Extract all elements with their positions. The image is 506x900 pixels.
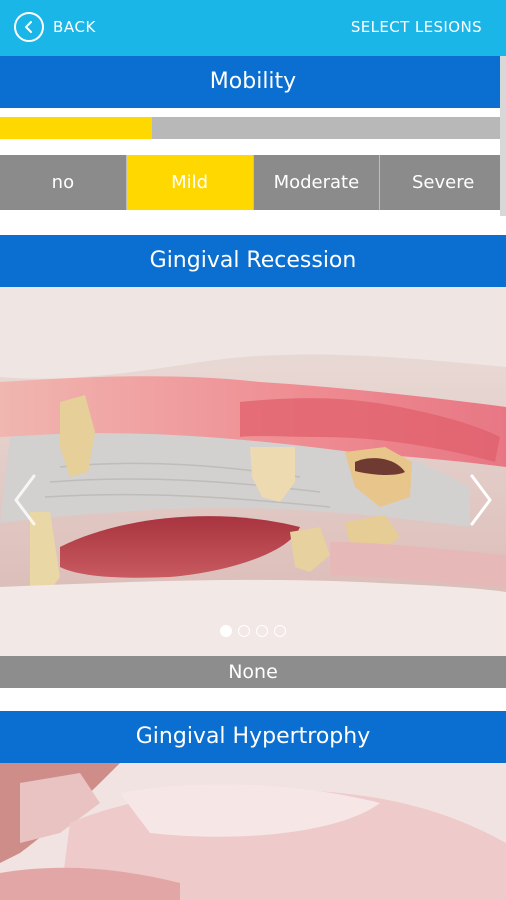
mobility-progress-bar xyxy=(0,117,506,139)
pagination-dot[interactable] xyxy=(220,625,232,637)
top-bar: BACK SELECT LESIONS xyxy=(0,0,506,56)
pagination-dot[interactable] xyxy=(274,625,286,637)
severity-option-mild[interactable]: Mild xyxy=(126,155,254,210)
back-label: BACK xyxy=(53,18,96,36)
select-lesions-button[interactable]: SELECT LESIONS xyxy=(351,18,482,36)
next-image-button[interactable] xyxy=(460,470,500,530)
back-button[interactable]: BACK xyxy=(14,10,96,44)
mobility-header: Mobility xyxy=(0,56,506,108)
severity-option-moderate[interactable]: Moderate xyxy=(253,155,381,210)
gingival-hypertrophy-header: Gingival Hypertrophy xyxy=(0,711,506,763)
severity-option-no[interactable]: no xyxy=(0,155,127,210)
chevron-left-icon xyxy=(14,474,36,526)
chevron-right-icon xyxy=(470,474,492,526)
gingival-hypertrophy-photo[interactable] xyxy=(0,763,506,900)
mobility-progress-fill xyxy=(0,117,152,139)
scrollbar[interactable] xyxy=(500,56,506,216)
carousel-pagination xyxy=(0,625,506,637)
pagination-dot[interactable] xyxy=(256,625,268,637)
mobility-severity-options: no Mild Moderate Severe xyxy=(0,155,506,210)
severity-option-severe[interactable]: Severe xyxy=(380,155,506,210)
pagination-dot[interactable] xyxy=(238,625,250,637)
gingival-recession-photo[interactable] xyxy=(0,287,506,656)
chevron-left-circle-icon xyxy=(14,12,44,42)
gingival-recession-header: Gingival Recession xyxy=(0,235,506,287)
recession-caption: None xyxy=(0,656,506,688)
previous-image-button[interactable] xyxy=(6,470,46,530)
